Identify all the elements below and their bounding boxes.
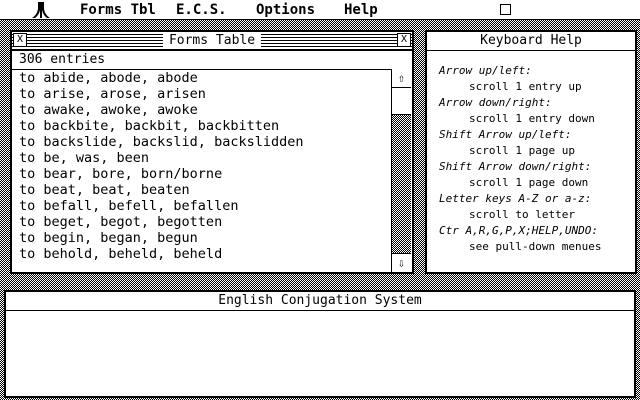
entry-count: 306 entries [19, 52, 106, 67]
desk-accessory-box[interactable] [500, 4, 511, 15]
atari-logo-icon[interactable] [30, 1, 52, 19]
list-item[interactable]: to beget, begot, begotten [19, 214, 391, 230]
forms-table-title-bar[interactable]: X Forms Table X [12, 32, 412, 51]
help-key: Ctr A,R,G,P,X;HELP,UNDO: [439, 224, 598, 237]
vertical-scrollbar[interactable]: ⇧ ⇩ [391, 69, 412, 272]
scroll-thumb[interactable] [392, 88, 411, 115]
list-item[interactable]: to befall, befell, befallen [19, 198, 391, 214]
list-item[interactable]: to behold, beheld, beheld [19, 246, 391, 262]
full-size-button[interactable]: X [397, 33, 411, 47]
list-item[interactable]: to abide, abode, abode [19, 70, 391, 86]
conjugation-system-window: English Conjugation System [4, 290, 636, 398]
list-item[interactable]: to arise, arose, arisen [19, 86, 391, 102]
help-desc: scroll 1 page up [469, 144, 575, 157]
help-key: Letter keys A-Z or a-z: [439, 192, 592, 205]
scroll-down-arrow-icon[interactable]: ⇩ [392, 253, 411, 272]
help-key: Shift Arrow down/right: [439, 160, 592, 173]
menu-ecs[interactable]: E.C.S. [176, 1, 227, 19]
menu-help[interactable]: Help [344, 1, 378, 19]
list-item[interactable]: to beat, beat, beaten [19, 182, 391, 198]
entries-list: to abide, abode, abode to arise, arose, … [19, 70, 391, 262]
menu-bar: Forms Tbl E.C.S. Options Help [0, 0, 640, 20]
list-item[interactable]: to backbite, backbit, backbitten [19, 118, 391, 134]
help-key: Arrow up/left: [439, 64, 532, 77]
scroll-track[interactable] [392, 88, 411, 253]
menu-forms-tbl[interactable]: Forms Tbl [80, 1, 156, 19]
help-desc: scroll 1 entry up [469, 80, 582, 93]
help-desc: scroll 1 page down [469, 176, 589, 189]
keyboard-help-title: Keyboard Help [474, 33, 588, 48]
list-item[interactable]: to be, was, been [19, 150, 391, 166]
conjugation-title-bar[interactable]: English Conjugation System [6, 292, 634, 311]
help-key: Arrow down/right: [439, 96, 552, 109]
list-item[interactable]: to begin, began, begun [19, 230, 391, 246]
help-key: Shift Arrow up/left: [439, 128, 572, 141]
scroll-up-arrow-icon[interactable]: ⇧ [392, 69, 411, 88]
help-desc: scroll 1 entry down [469, 112, 595, 125]
menu-options[interactable]: Options [256, 1, 315, 19]
list-item[interactable]: to backslide, backslid, backslidden [19, 134, 391, 150]
conjugation-title: English Conjugation System [212, 293, 428, 308]
close-button[interactable]: X [13, 33, 27, 47]
forms-table-title: Forms Table [162, 33, 262, 48]
forms-table-window: X Forms Table X 306 entries to abide, ab… [10, 30, 414, 274]
help-desc: scroll to letter [469, 208, 575, 221]
keyboard-help-title-bar[interactable]: Keyboard Help [427, 32, 635, 51]
help-desc: see pull-down menues [469, 240, 602, 253]
list-item[interactable]: to awake, awoke, awoke [19, 102, 391, 118]
keyboard-help-window: Keyboard Help Arrow up/left: scroll 1 en… [425, 30, 637, 274]
list-item[interactable]: to bear, bore, born/borne [19, 166, 391, 182]
